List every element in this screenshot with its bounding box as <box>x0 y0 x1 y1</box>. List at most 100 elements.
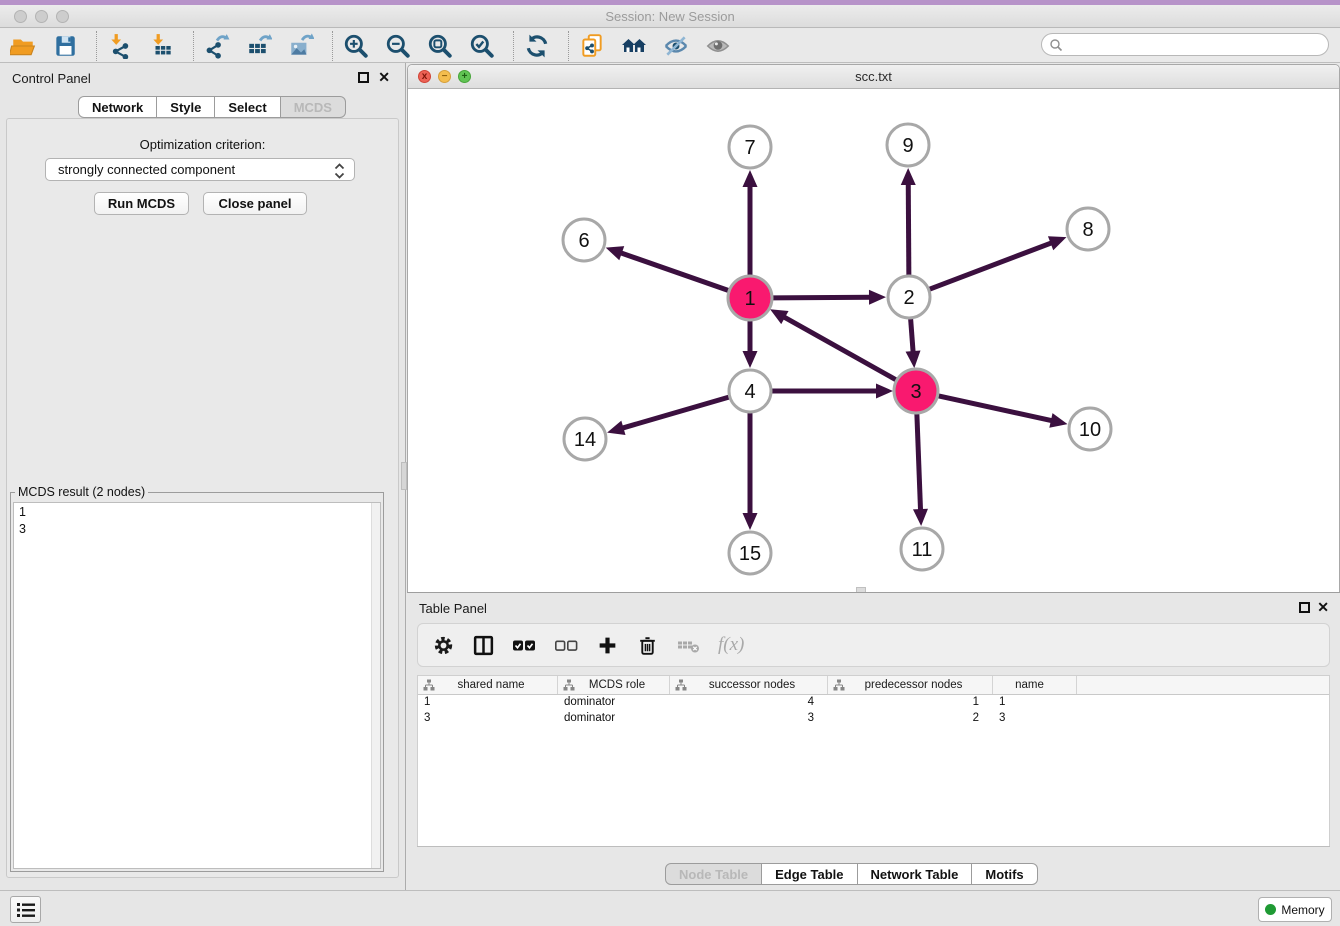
mcds-result-textarea[interactable]: 13 <box>13 502 381 869</box>
edge-2-3[interactable] <box>911 319 914 355</box>
edge-1-2[interactable] <box>772 297 873 298</box>
edge-3-10[interactable] <box>937 396 1054 422</box>
tree-hierarchy-icon <box>423 679 435 691</box>
main-titlebar[interactable]: Session: New Session <box>0 5 1340 28</box>
edge-1-6[interactable] <box>618 252 729 291</box>
tab-network-table[interactable]: Network Table <box>858 863 973 885</box>
delete-column-icon[interactable] <box>636 634 659 657</box>
node-label-4: 4 <box>744 381 755 403</box>
result-scrollbar[interactable] <box>371 503 380 868</box>
tab-motifs[interactable]: Motifs <box>972 863 1037 885</box>
cell-shared-name[interactable]: 1 <box>418 695 558 711</box>
edge-4-14[interactable] <box>620 397 729 429</box>
hide-selection-icon[interactable] <box>663 33 689 59</box>
arrowhead-3-10 <box>1049 413 1067 428</box>
cell-predecessor-nodes[interactable]: 2 <box>828 711 993 727</box>
zoom-in-icon[interactable] <box>343 33 369 59</box>
criterion-dropdown[interactable]: strongly connected component <box>45 158 355 181</box>
zoom-out-icon[interactable] <box>385 33 411 59</box>
search-box[interactable] <box>1041 33 1329 56</box>
column-header-MCDS-role[interactable]: MCDS role <box>558 676 670 694</box>
search-input[interactable] <box>1063 36 1328 54</box>
control-panel-tabs: NetworkStyleSelectMCDS <box>78 96 346 118</box>
tab-network[interactable]: Network <box>78 96 157 118</box>
show-networks-home-icon[interactable] <box>621 33 647 59</box>
network-canvas[interactable]: 7968124314101511 <box>408 89 1339 592</box>
add-column-icon[interactable] <box>596 634 619 657</box>
column-header-shared-name[interactable]: shared name <box>418 676 558 694</box>
optimization-criterion-label: Optimization criterion: <box>0 137 405 152</box>
mcds-result-lines: 13 <box>19 504 380 538</box>
cell-successor-nodes[interactable]: 4 <box>670 695 828 711</box>
float-panel-icon[interactable] <box>358 72 369 83</box>
refresh-layout-icon[interactable] <box>524 33 550 59</box>
tab-edge-table[interactable]: Edge Table <box>762 863 857 885</box>
table-row-1[interactable]: 1dominator411 <box>418 695 1329 711</box>
memory-button[interactable]: Memory <box>1258 897 1332 922</box>
cell-MCDS-role[interactable]: dominator <box>558 711 670 727</box>
main-toolbar <box>0 29 1340 63</box>
zoom-selected-icon[interactable] <box>469 33 495 59</box>
export-table-icon[interactable] <box>246 33 272 59</box>
cell-name[interactable]: 1 <box>993 695 1077 711</box>
cell-shared-name[interactable]: 3 <box>418 711 558 727</box>
tab-node-table[interactable]: Node Table <box>665 863 762 885</box>
close-table-panel-icon[interactable]: ✕ <box>1317 599 1329 615</box>
show-selection-icon[interactable] <box>705 33 731 59</box>
split-columns-icon[interactable] <box>472 634 495 657</box>
edge-3-1[interactable] <box>781 316 896 381</box>
node-label-9: 9 <box>902 135 913 157</box>
network-graph[interactable]: 7968124314101511 <box>408 89 1339 592</box>
column-header-predecessor-nodes[interactable]: predecessor nodes <box>828 676 993 694</box>
cell-predecessor-nodes[interactable]: 1 <box>828 695 993 711</box>
arrowhead-3-11 <box>913 509 928 526</box>
tab-style[interactable]: Style <box>157 96 215 118</box>
column-header-successor-nodes[interactable]: successor nodes <box>670 676 828 694</box>
cell-name[interactable]: 3 <box>993 711 1077 727</box>
close-panel-icon[interactable]: ✕ <box>378 69 390 85</box>
toolbar-separator <box>513 31 514 61</box>
close-panel-button[interactable]: Close panel <box>203 192 307 215</box>
status-bar: Memory <box>0 890 1340 926</box>
export-image-icon[interactable] <box>288 33 314 59</box>
task-history-button[interactable] <box>10 896 41 923</box>
node-table[interactable]: shared nameMCDS rolesuccessor nodesprede… <box>417 675 1330 847</box>
column-header-name[interactable]: name <box>993 676 1077 694</box>
copy-network-icon[interactable] <box>579 33 605 59</box>
fit-content-icon[interactable] <box>427 33 453 59</box>
tab-select[interactable]: Select <box>215 96 280 118</box>
network-window-titlebar[interactable]: x − + scc.txt <box>408 65 1339 89</box>
cell-successor-nodes[interactable]: 3 <box>670 711 828 727</box>
node-label-8: 8 <box>1082 219 1093 241</box>
table-toolbar: f(x) <box>417 623 1330 667</box>
node-label-2: 2 <box>903 287 914 309</box>
node-label-3: 3 <box>910 381 921 403</box>
tab-mcds[interactable]: MCDS <box>281 96 346 118</box>
mcds-result-title: MCDS result (2 nodes) <box>15 485 148 499</box>
edge-2-8[interactable] <box>930 242 1055 289</box>
import-network-icon[interactable] <box>107 33 133 59</box>
export-network-icon[interactable] <box>204 33 230 59</box>
tree-hierarchy-icon <box>833 679 845 691</box>
arrowhead-4-15 <box>743 513 758 530</box>
table-body: 1dominator4113dominator323 <box>418 695 1329 727</box>
cell-MCDS-role[interactable]: dominator <box>558 695 670 711</box>
arrowhead-2-8 <box>1048 236 1067 250</box>
node-label-6: 6 <box>578 230 589 252</box>
select-all-checkboxes-icon[interactable] <box>512 634 537 657</box>
open-file-icon[interactable] <box>10 33 36 59</box>
table-row-2[interactable]: 3dominator323 <box>418 711 1329 727</box>
settings-gear-icon[interactable] <box>432 634 455 657</box>
node-label-11: 11 <box>912 539 933 561</box>
float-table-panel-icon[interactable] <box>1299 602 1310 613</box>
edge-3-11[interactable] <box>917 413 921 513</box>
vertical-splitter-handle[interactable] <box>401 462 407 490</box>
run-mcds-button[interactable]: Run MCDS <box>94 192 189 215</box>
edge-2-9[interactable] <box>908 181 909 275</box>
toolbar-separator <box>568 31 569 61</box>
import-table-icon[interactable] <box>149 33 175 59</box>
deselect-all-checkboxes-icon[interactable] <box>554 634 579 657</box>
table-panel-title: Table Panel <box>419 601 487 616</box>
save-session-icon[interactable] <box>52 33 78 59</box>
arrowhead-4-3 <box>876 384 893 399</box>
